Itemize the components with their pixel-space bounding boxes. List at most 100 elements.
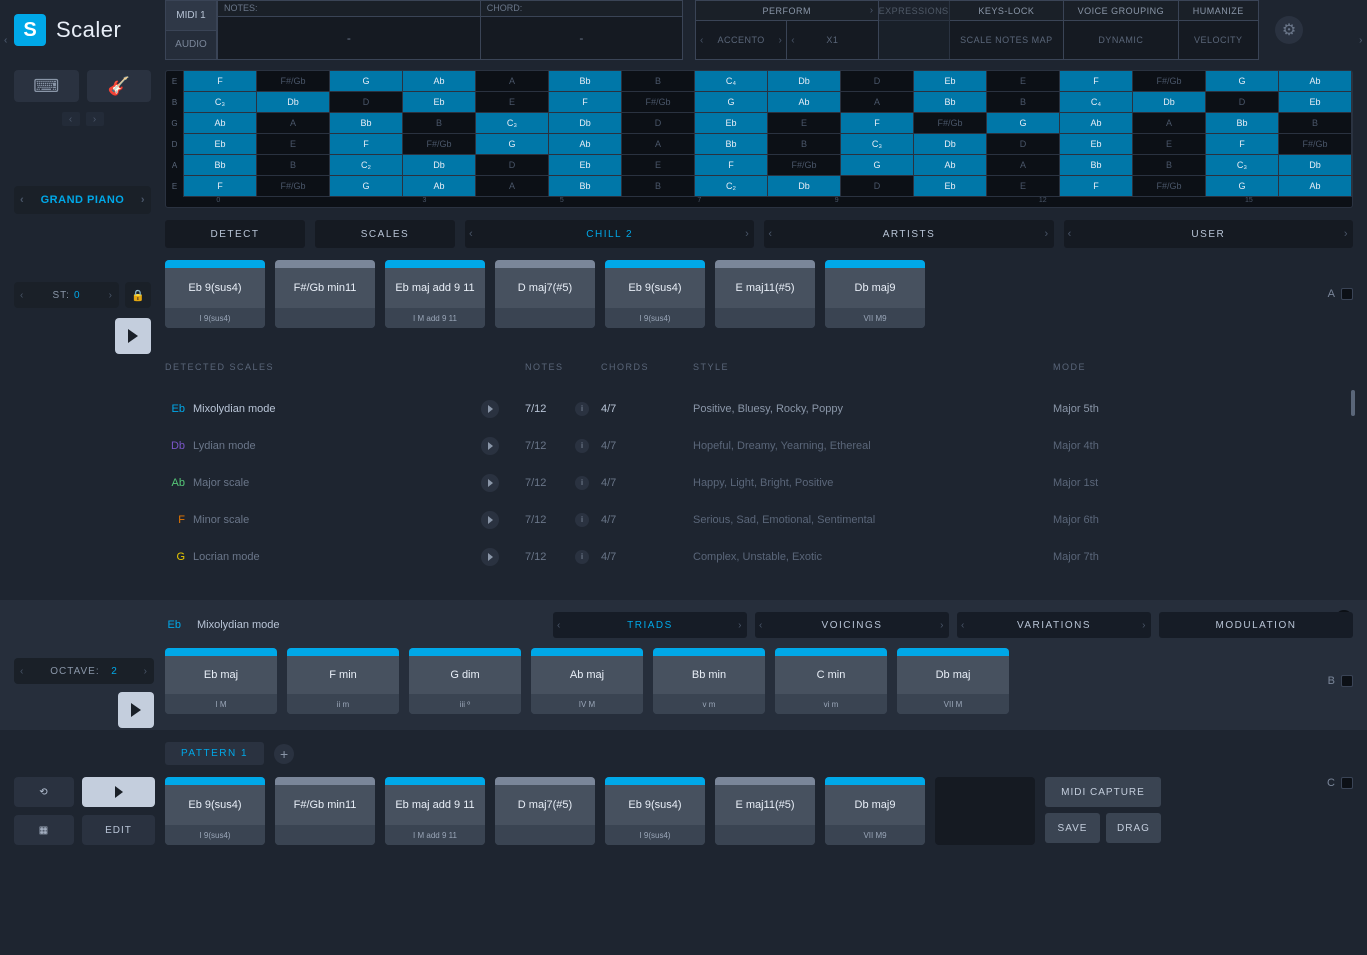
midi-capture-button[interactable]: MIDI CAPTURE	[1045, 777, 1161, 807]
fret-cell[interactable]: D	[1206, 92, 1279, 113]
chord-slot[interactable]: Eb maj add 9 11I M add 9 11	[385, 260, 485, 328]
info-icon[interactable]: i	[575, 513, 589, 527]
play-button-c[interactable]	[82, 777, 155, 807]
preset-tab[interactable]: ‹CHILL 2›	[465, 220, 754, 248]
info-icon[interactable]: i	[575, 550, 589, 564]
chord-slot[interactable]: Bb minv m	[653, 648, 765, 714]
fret-cell[interactable]: Eb	[914, 176, 987, 197]
fret-cell[interactable]: F#/Gb	[768, 155, 841, 176]
nav-right-icon[interactable]: ›	[86, 112, 104, 126]
play-button-b[interactable]	[118, 692, 154, 728]
chord-slot[interactable]: Eb 9(sus4)I 9(sus4)	[165, 260, 265, 328]
voice-header[interactable]: VOICE GROUPING	[1064, 1, 1177, 21]
triads-tab[interactable]: ‹TRIADS›	[553, 612, 747, 638]
fret-cell[interactable]: F	[1060, 71, 1133, 92]
artists-tab[interactable]: ‹ARTISTS›	[764, 220, 1053, 248]
fret-cell[interactable]: Eb	[403, 92, 476, 113]
chord-slot[interactable]: F minii m	[287, 648, 399, 714]
fret-cell[interactable]: F#/Gb	[257, 71, 330, 92]
chord-slot[interactable]: F#/Gb min11	[275, 260, 375, 328]
chord-slot[interactable]: E maj11(#5)	[715, 777, 815, 845]
fret-cell[interactable]: G	[841, 155, 914, 176]
fret-cell[interactable]: Ab	[549, 134, 622, 155]
keyboard-view-button[interactable]: ⌨	[14, 70, 79, 102]
fret-cell[interactable]: C₃	[1206, 155, 1279, 176]
instrument-selector[interactable]: GRAND PIANO	[14, 186, 151, 214]
fret-cell[interactable]: D	[476, 155, 549, 176]
info-icon[interactable]: i	[575, 476, 589, 490]
fret-cell[interactable]: Db	[1279, 155, 1352, 176]
section-b-toggle[interactable]	[1341, 675, 1353, 687]
fret-cell[interactable]: Db	[1133, 92, 1206, 113]
fret-cell[interactable]: F	[330, 134, 403, 155]
play-button-a[interactable]	[115, 318, 151, 354]
chord-slot[interactable]: D maj7(#5)	[495, 260, 595, 328]
fretboard[interactable]: EFF#/GbGAbABbBC₄DbDEbEFF#/GbGAbBC₃DbDEbE…	[165, 70, 1353, 208]
voice-value[interactable]: ‹DYNAMIC›	[1064, 21, 1177, 59]
chord-slot[interactable]: Db maj9VII M9	[825, 777, 925, 845]
fret-cell[interactable]: Ab	[1279, 176, 1352, 197]
perform-x1[interactable]: ‹X1	[787, 21, 877, 59]
fret-cell[interactable]: F	[184, 71, 257, 92]
nav-left-icon[interactable]: ‹	[62, 112, 80, 126]
fret-cell[interactable]: D	[841, 71, 914, 92]
drag-button[interactable]: DRAG	[1106, 813, 1161, 843]
fret-cell[interactable]: A	[476, 71, 549, 92]
fret-cell[interactable]: Bb	[1060, 155, 1133, 176]
keyslock-value[interactable]: ‹SCALE NOTES MAP›	[950, 21, 1063, 59]
fret-cell[interactable]: A	[841, 92, 914, 113]
detect-tab[interactable]: DETECT	[165, 220, 305, 248]
fret-cell[interactable]: F#/Gb	[914, 113, 987, 134]
fret-cell[interactable]: A	[987, 155, 1060, 176]
fret-cell[interactable]: Ab	[184, 113, 257, 134]
scale-row[interactable]: AbMajor scale 7/12 i 4/7Happy, Light, Br…	[165, 464, 1353, 501]
fret-cell[interactable]: Db	[403, 155, 476, 176]
fret-cell[interactable]: Eb	[695, 113, 768, 134]
fret-cell[interactable]: A	[476, 176, 549, 197]
fret-cell[interactable]: Eb	[1279, 92, 1352, 113]
fret-cell[interactable]: A	[622, 134, 695, 155]
fret-cell[interactable]: Bb	[549, 176, 622, 197]
fret-cell[interactable]: G	[1206, 176, 1279, 197]
fret-cell[interactable]: F#/Gb	[403, 134, 476, 155]
chord-slot[interactable]: Ab majIV M	[531, 648, 643, 714]
fret-cell[interactable]: F	[841, 113, 914, 134]
fret-cell[interactable]: Bb	[330, 113, 403, 134]
fret-cell[interactable]: E	[257, 134, 330, 155]
fret-cell[interactable]: Ab	[914, 155, 987, 176]
fret-cell[interactable]: B	[622, 71, 695, 92]
fret-cell[interactable]: C₂	[695, 176, 768, 197]
fret-cell[interactable]: Ab	[403, 176, 476, 197]
variations-tab[interactable]: ‹VARIATIONS›	[957, 612, 1151, 638]
perform-accento[interactable]: ‹ACCENTO›	[696, 21, 787, 59]
scale-row[interactable]: GLocrian mode 7/12 i 4/7Complex, Unstabl…	[165, 538, 1353, 575]
fret-cell[interactable]: G	[476, 134, 549, 155]
fret-cell[interactable]: Bb	[1206, 113, 1279, 134]
fret-cell[interactable]: Db	[549, 113, 622, 134]
fret-cell[interactable]: Bb	[549, 71, 622, 92]
chord-slot[interactable]: G dimiii º	[409, 648, 521, 714]
modulation-tab[interactable]: MODULATION	[1159, 612, 1353, 638]
user-tab[interactable]: ‹USER›	[1064, 220, 1353, 248]
chord-slot[interactable]: F#/Gb min11	[275, 777, 375, 845]
add-pattern-button[interactable]: +	[274, 744, 294, 764]
fret-cell[interactable]: G	[695, 92, 768, 113]
section-c-toggle[interactable]	[1341, 777, 1353, 789]
fret-cell[interactable]: F#/Gb	[1279, 134, 1352, 155]
scrollbar[interactable]	[1351, 390, 1355, 416]
fret-cell[interactable]: Bb	[184, 155, 257, 176]
info-icon[interactable]: i	[575, 439, 589, 453]
save-button[interactable]: SAVE	[1045, 813, 1100, 843]
fret-cell[interactable]: Eb	[184, 134, 257, 155]
chord-slot[interactable]: Db majVII M	[897, 648, 1009, 714]
fret-cell[interactable]: Ab	[403, 71, 476, 92]
settings-icon[interactable]: ⚙	[1275, 16, 1303, 44]
edit-button[interactable]: EDIT	[82, 815, 155, 845]
fret-cell[interactable]: F	[1206, 134, 1279, 155]
chord-slot[interactable]: E maj11(#5)	[715, 260, 815, 328]
fret-cell[interactable]: E	[1133, 134, 1206, 155]
fret-cell[interactable]: F	[549, 92, 622, 113]
fret-cell[interactable]: F	[695, 155, 768, 176]
fret-cell[interactable]: F#/Gb	[257, 176, 330, 197]
fret-cell[interactable]: Eb	[1060, 134, 1133, 155]
